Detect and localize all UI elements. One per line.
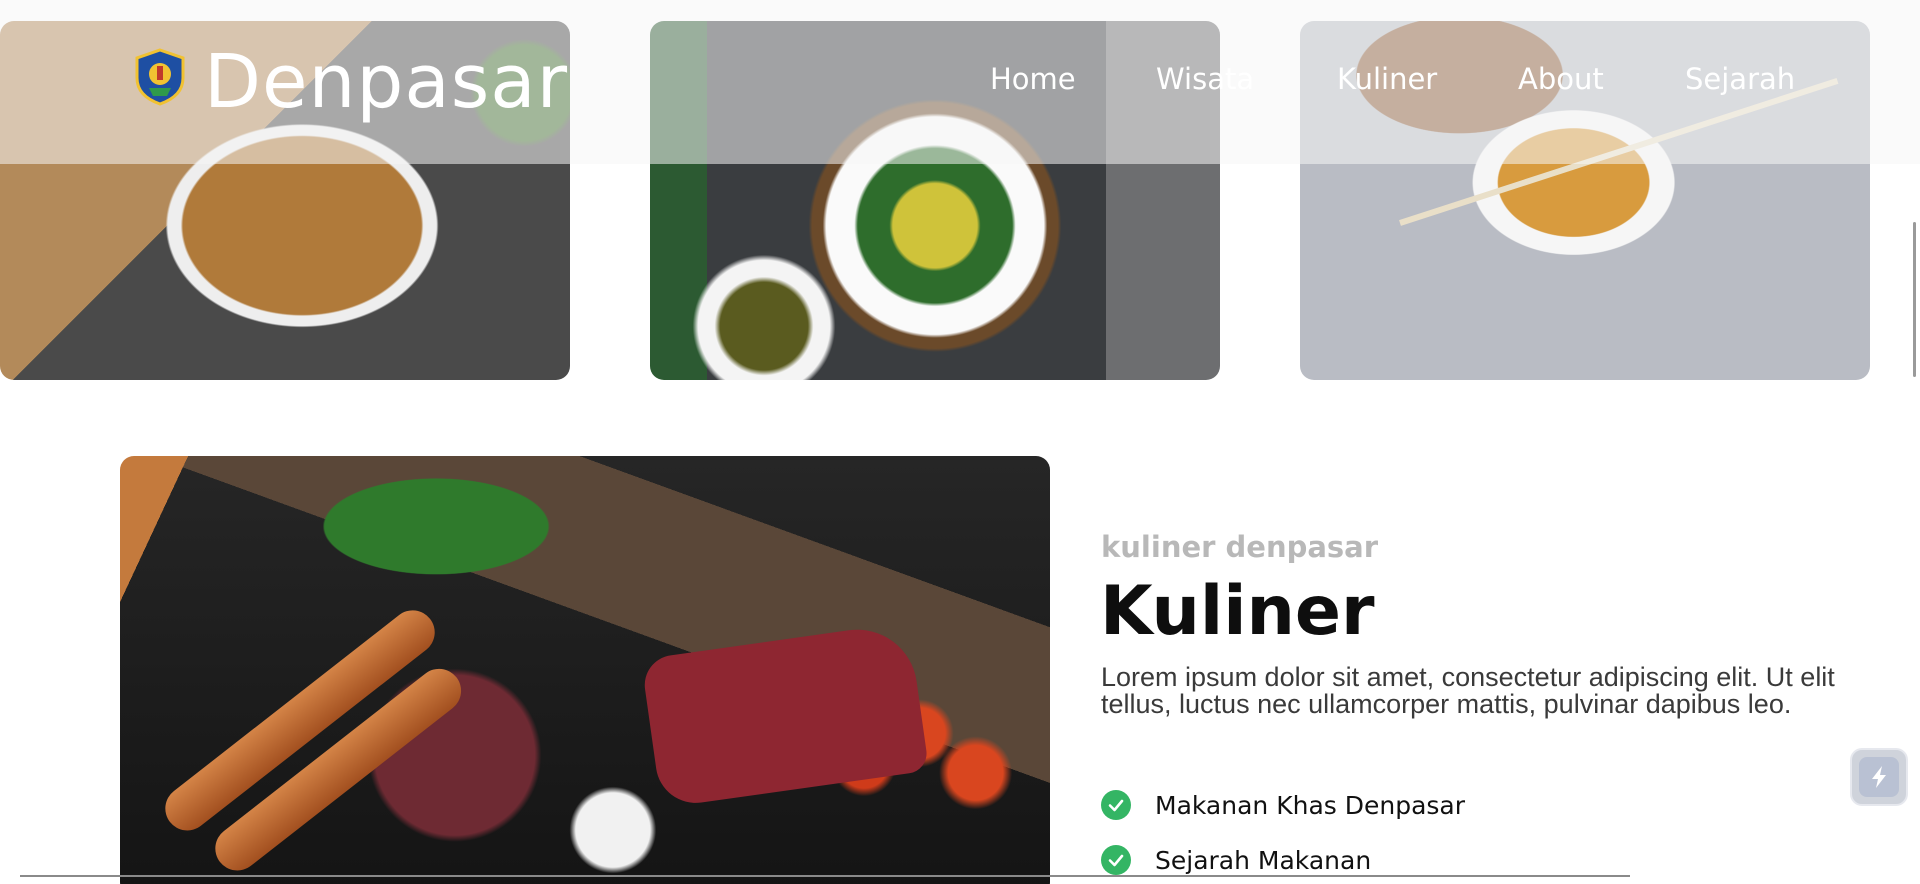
- floating-widget-button[interactable]: [1850, 748, 1908, 806]
- check-circle-icon: [1101, 845, 1131, 875]
- scrollbar-thumb[interactable]: [1913, 222, 1916, 377]
- list-item: Sejarah Makanan: [1101, 845, 1371, 875]
- site-header: Denpasar Home Wisata Kuliner About Sejar…: [0, 0, 1920, 164]
- nav-about[interactable]: About: [1518, 62, 1604, 96]
- nav-home[interactable]: Home: [990, 62, 1076, 96]
- city-emblem-icon[interactable]: [133, 48, 187, 106]
- nav-kuliner[interactable]: Kuliner: [1337, 62, 1437, 96]
- page: Denpasar Home Wisata Kuliner About Sejar…: [0, 0, 1920, 884]
- nav-wisata[interactable]: Wisata: [1156, 62, 1254, 96]
- section-eyebrow: kuliner denpasar: [1101, 530, 1379, 564]
- list-item: Makanan Khas Denpasar: [1101, 790, 1465, 820]
- section-title: Kuliner: [1100, 572, 1375, 651]
- section-description: Lorem ipsum dolor sit amet, consectetur …: [1101, 662, 1835, 719]
- check-circle-icon: [1101, 790, 1131, 820]
- list-item-label: Sejarah Makanan: [1155, 845, 1372, 875]
- horizontal-scrollbar[interactable]: [20, 875, 1630, 877]
- nav-sejarah[interactable]: Sejarah: [1685, 62, 1795, 96]
- lightning-widget-icon: [1859, 757, 1899, 797]
- site-brand[interactable]: Denpasar: [204, 45, 568, 119]
- list-item-label: Makanan Khas Denpasar: [1155, 790, 1466, 820]
